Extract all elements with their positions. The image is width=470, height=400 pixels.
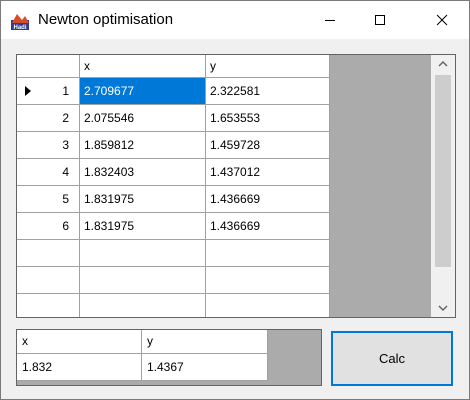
scrollbar-thumb[interactable] — [435, 75, 451, 267]
cell-y[interactable]: 1.437012 — [206, 159, 330, 186]
result-column-header-y[interactable]: y — [142, 330, 268, 354]
result-cell-x[interactable]: 1.832 — [17, 354, 142, 381]
result-grid[interactable]: x y 1.832 1.4367 — [16, 329, 322, 386]
cell-x[interactable] — [80, 240, 206, 267]
scroll-up-button[interactable] — [431, 55, 455, 72]
cell-x[interactable]: 1.831975 — [80, 186, 206, 213]
table-row[interactable]: 6 1.831975 1.436669 — [17, 213, 330, 240]
table-row[interactable]: 1 2.709677 2.322581 — [17, 78, 330, 105]
row-header[interactable]: 4 — [17, 159, 80, 186]
cell-x[interactable]: 2.075546 — [80, 105, 206, 132]
grid-header-row: x y — [17, 55, 330, 78]
cell-y[interactable] — [206, 240, 330, 267]
title-bar: Hadi Newton optimisation — [1, 1, 469, 39]
cell-x[interactable] — [80, 294, 206, 317]
cell-x-selected[interactable]: 2.709677 — [80, 78, 206, 105]
minimize-icon — [325, 20, 335, 21]
cell-y[interactable]: 2.322581 — [206, 78, 330, 105]
table-row-empty[interactable] — [17, 267, 330, 294]
row-index: 4 — [62, 165, 69, 179]
row-index: 1 — [62, 84, 69, 98]
app-logo-icon: Hadi — [11, 14, 29, 31]
cell-y[interactable]: 1.653553 — [206, 105, 330, 132]
row-index: 6 — [62, 219, 69, 233]
app-window: Hadi Newton optimisation x y 1 2.709677 … — [0, 0, 470, 400]
row-header[interactable] — [17, 294, 80, 317]
chevron-up-icon — [438, 61, 448, 67]
table-row[interactable]: 5 1.831975 1.436669 — [17, 186, 330, 213]
cell-x[interactable]: 1.832403 — [80, 159, 206, 186]
maximize-icon — [375, 15, 385, 25]
row-header[interactable] — [17, 240, 80, 267]
table-row[interactable]: 2 2.075546 1.653553 — [17, 105, 330, 132]
row-header[interactable]: 6 — [17, 213, 80, 240]
row-header[interactable] — [17, 267, 80, 294]
iterations-grid[interactable]: x y 1 2.709677 2.322581 2 2.075546 1.653… — [16, 54, 456, 318]
chevron-down-icon — [438, 305, 448, 311]
grid-corner-header[interactable] — [17, 55, 80, 78]
cell-x[interactable]: 1.831975 — [80, 213, 206, 240]
scroll-down-button[interactable] — [431, 300, 455, 317]
row-header[interactable]: 2 — [17, 105, 80, 132]
window-title: Newton optimisation — [38, 11, 174, 28]
table-row-empty[interactable] — [17, 294, 330, 317]
grid-body: x y 1 2.709677 2.322581 2 2.075546 1.653… — [17, 55, 330, 317]
close-icon — [436, 14, 448, 26]
vertical-scrollbar[interactable] — [431, 55, 455, 317]
current-row-pointer-icon — [25, 86, 31, 96]
cell-y[interactable] — [206, 294, 330, 317]
maximize-button[interactable] — [357, 1, 403, 39]
table-row[interactable]: 4 1.832403 1.437012 — [17, 159, 330, 186]
calc-button[interactable]: Calc — [331, 331, 453, 386]
cell-y[interactable]: 1.436669 — [206, 186, 330, 213]
cell-y[interactable] — [206, 267, 330, 294]
row-header[interactable]: 5 — [17, 186, 80, 213]
result-cell-y[interactable]: 1.4367 — [142, 354, 268, 381]
minimize-button[interactable] — [307, 1, 353, 39]
row-header[interactable]: 1 — [17, 78, 80, 105]
column-header-x[interactable]: x — [80, 55, 206, 78]
svg-text:Hadi: Hadi — [13, 25, 26, 31]
cell-y[interactable]: 1.459728 — [206, 132, 330, 159]
close-button[interactable] — [419, 1, 465, 39]
row-index: 2 — [62, 111, 69, 125]
row-header[interactable]: 3 — [17, 132, 80, 159]
row-index: 3 — [62, 138, 69, 152]
result-column-header-x[interactable]: x — [17, 330, 142, 354]
row-index: 5 — [62, 192, 69, 206]
cell-y[interactable]: 1.436669 — [206, 213, 330, 240]
column-header-y[interactable]: y — [206, 55, 330, 78]
cell-x[interactable] — [80, 267, 206, 294]
cell-x[interactable]: 1.859812 — [80, 132, 206, 159]
table-row-empty[interactable] — [17, 240, 330, 267]
table-row[interactable]: 3 1.859812 1.459728 — [17, 132, 330, 159]
